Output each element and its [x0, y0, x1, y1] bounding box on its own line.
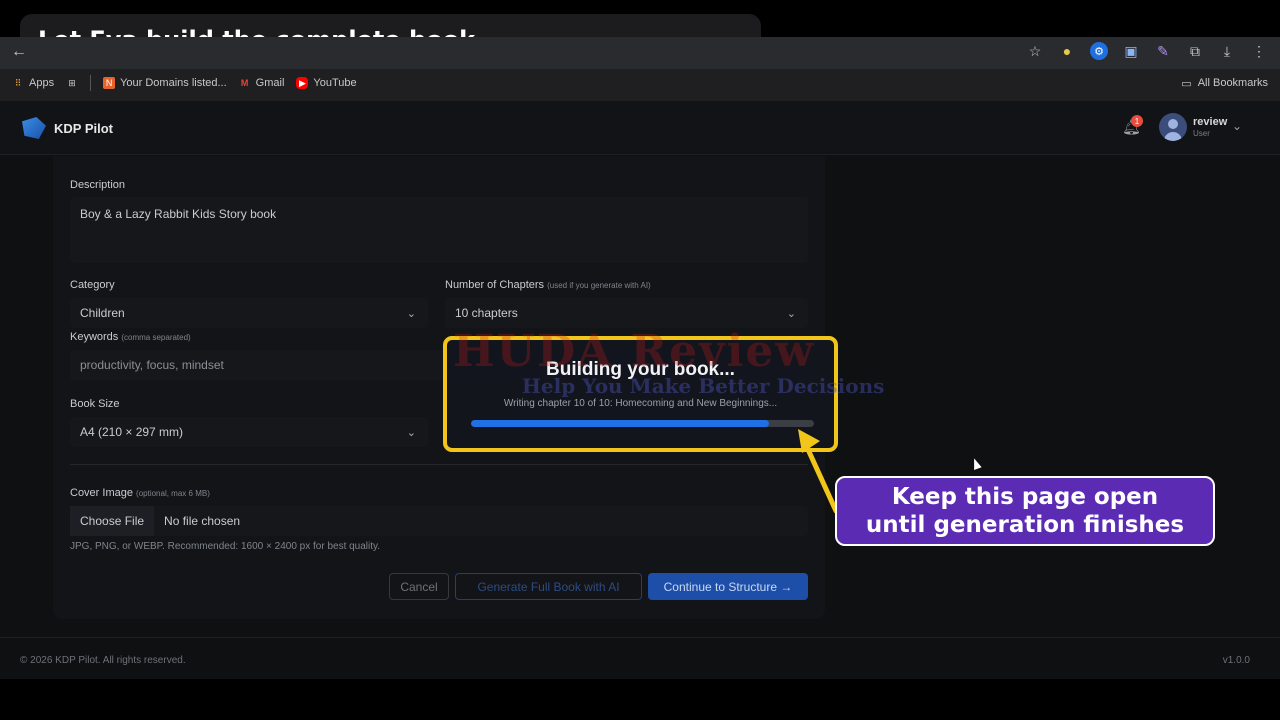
all-bookmarks[interactable]: ▭ All Bookmarks: [1181, 77, 1268, 90]
gmail-icon: M: [240, 78, 249, 88]
category-select[interactable]: Children ⌄: [70, 298, 428, 328]
no-file-text: No file chosen: [164, 514, 241, 528]
address-bar-row: ← ☆ ● ⚙ ▣ ✎ ⧉ ⤓ ⋮: [0, 37, 1280, 69]
chevron-down-icon: ⌄: [406, 307, 416, 320]
tab-groups-icon[interactable]: ⊞: [66, 77, 78, 89]
copyright: © 2026 KDP Pilot. All rights reserved.: [20, 655, 186, 666]
callout-line-2: until generation finishes: [865, 512, 1185, 538]
apps-grid-icon: ⠿: [14, 77, 22, 88]
callout-box: Keep this page open until generation fin…: [835, 476, 1215, 546]
extension-icon[interactable]: ●: [1058, 42, 1076, 60]
chapters-label: Number of Chapters (used if you generate…: [445, 279, 651, 291]
bookmark-domains[interactable]: N Your Domains listed...: [103, 77, 227, 89]
cover-help: JPG, PNG, or WEBP. Recommended: 1600 × 2…: [70, 541, 381, 552]
extension-gear-icon[interactable]: ⚙: [1090, 42, 1108, 60]
chapters-select[interactable]: 10 chapters ⌄: [445, 298, 808, 328]
download-icon[interactable]: ⤓: [1218, 42, 1236, 60]
browser-toolbar: ☆ ● ⚙ ▣ ✎ ⧉ ⤓ ⋮: [1026, 42, 1268, 60]
youtube-icon: ▶: [296, 77, 309, 89]
star-icon[interactable]: ☆: [1026, 42, 1044, 60]
notification-badge: 1: [1131, 115, 1143, 127]
version: v1.0.0: [1222, 655, 1250, 666]
puzzle-icon[interactable]: ⧉: [1186, 42, 1204, 60]
browser-chrome: ← ☆ ● ⚙ ▣ ✎ ⧉ ⤓ ⋮ ⠿ Apps ⊞ N Your Domain…: [0, 37, 1280, 101]
keywords-label: Keywords (comma separated): [70, 331, 191, 343]
booksize-select[interactable]: A4 (210 × 297 mm) ⌄: [70, 417, 428, 447]
bookmark-apps[interactable]: ⠿ Apps: [12, 77, 54, 89]
app-header: KDP Pilot 🔔︎ 1 review User ⌄: [0, 101, 1280, 155]
bookmark-youtube[interactable]: ▶ YouTube: [296, 77, 357, 89]
continue-to-structure-button[interactable]: Continue to Structure →: [648, 573, 808, 600]
logo-icon: [22, 117, 46, 139]
cancel-button[interactable]: Cancel: [389, 573, 449, 600]
description-textarea[interactable]: Boy & a Lazy Rabbit Kids Story book: [70, 197, 808, 263]
generate-full-book-button[interactable]: Generate Full Book with AI: [455, 573, 642, 600]
app-footer: © 2026 KDP Pilot. All rights reserved. v…: [0, 637, 1280, 679]
booksize-label: Book Size: [70, 398, 120, 410]
chevron-down-icon: ⌄: [786, 307, 796, 320]
category-label: Category: [70, 279, 115, 291]
progress-bar: [471, 420, 814, 427]
modal-subtitle: Writing chapter 10 of 10: Homecoming and…: [503, 398, 778, 409]
bookmark-gmail[interactable]: M Gmail: [239, 77, 284, 89]
app-logo[interactable]: KDP Pilot: [22, 117, 113, 139]
watermark-logo: HUDA Review: [453, 326, 816, 377]
extension-feather-icon[interactable]: ✎: [1154, 42, 1172, 60]
avatar[interactable]: [1159, 113, 1187, 141]
more-menu-icon[interactable]: ⋮: [1250, 42, 1268, 60]
progress-fill: [471, 420, 770, 427]
callout-line-1: Keep this page open: [891, 484, 1159, 510]
cover-label: Cover Image (optional, max 6 MB): [70, 487, 210, 499]
domains-icon: N: [103, 77, 116, 89]
bookmarks-bar: ⠿ Apps ⊞ N Your Domains listed... M Gmai…: [0, 69, 1280, 97]
user-name[interactable]: review: [1193, 116, 1227, 128]
user-role: User: [1193, 129, 1210, 138]
description-label: Description: [70, 179, 126, 191]
extension-screen-icon[interactable]: ▣: [1122, 42, 1140, 60]
chevron-down-icon[interactable]: ⌄: [1232, 119, 1242, 133]
back-arrow-icon[interactable]: ←: [11, 43, 27, 61]
folder-icon: ▭: [1181, 77, 1192, 90]
cover-file-input[interactable]: Choose File No file chosen: [70, 506, 808, 536]
chevron-down-icon: ⌄: [406, 426, 416, 439]
divider: [70, 464, 808, 465]
watermark-tagline: Help You Make Better Decisions: [522, 374, 885, 398]
choose-file-button[interactable]: Choose File: [70, 506, 155, 536]
